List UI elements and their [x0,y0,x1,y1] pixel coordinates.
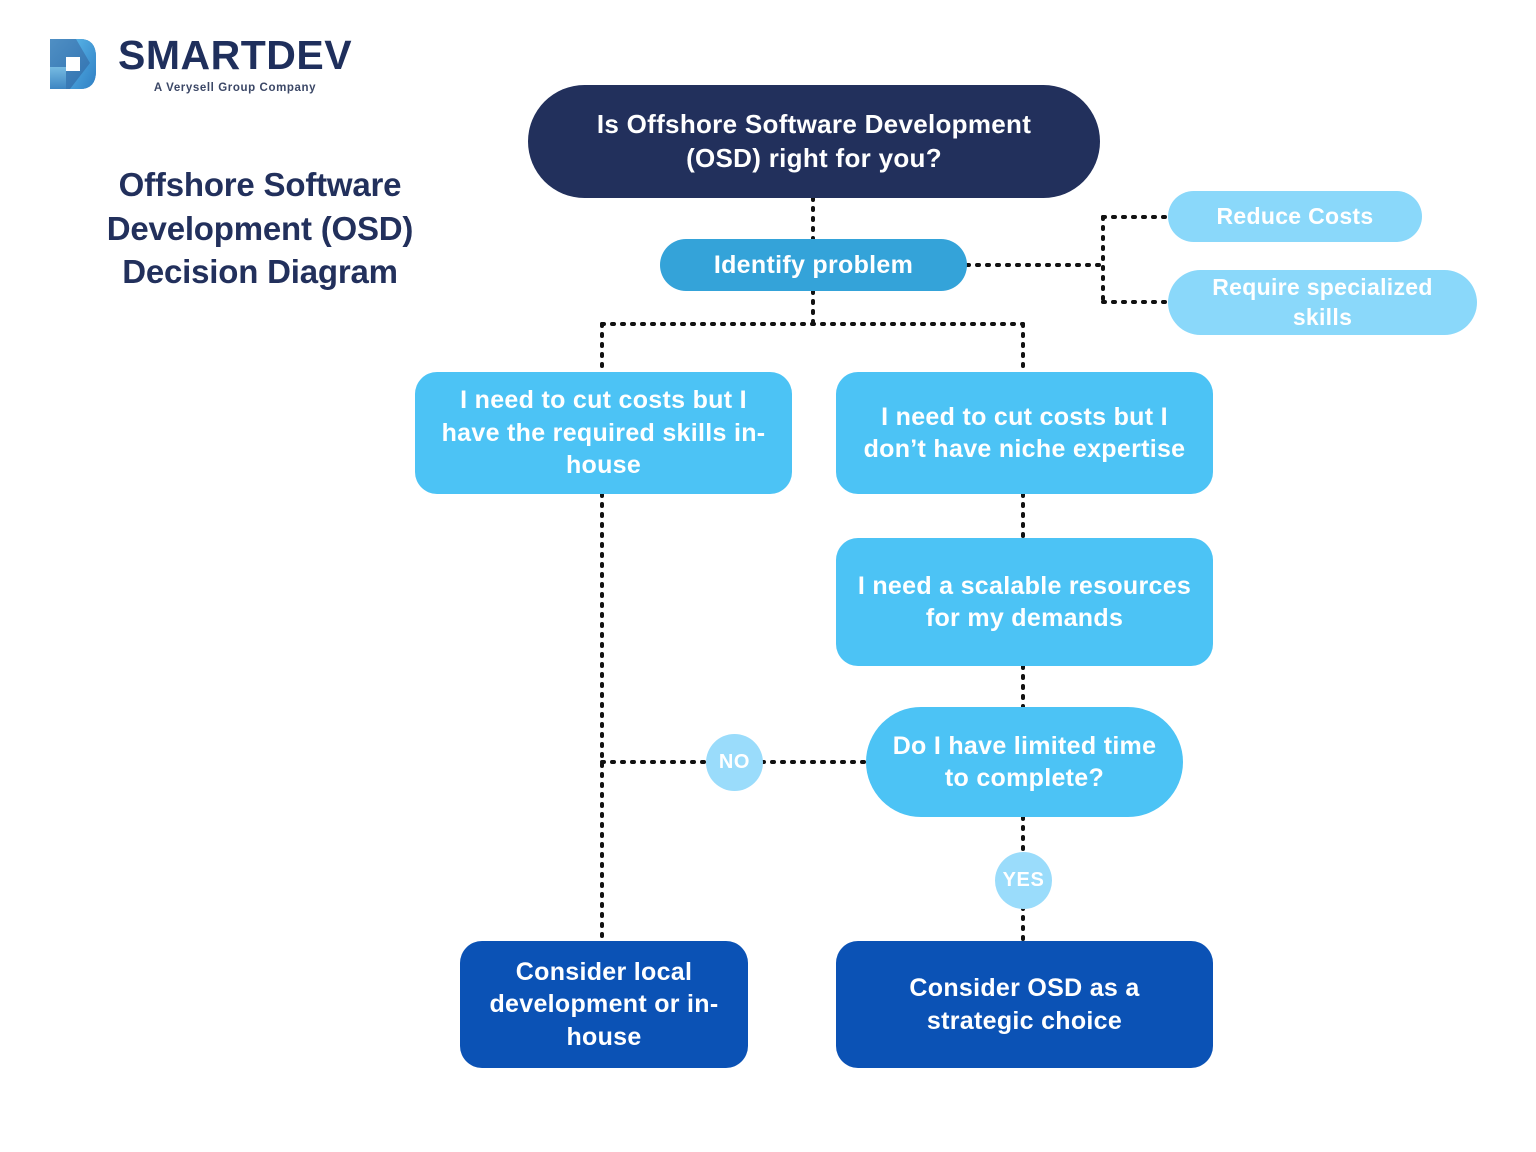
edge-label-no: NO [706,734,763,791]
node-cut-costs-have-skills[interactable]: I need to cut costs but I have the requi… [415,372,792,494]
node-outcome-local-development[interactable]: Consider local development or in-house [460,941,748,1068]
brand-tagline: A Verysell Group Company [153,82,317,95]
node-limited-time-question[interactable]: Do I have limited time to complete? [866,707,1183,817]
node-scalable-resources[interactable]: I need a scalable resources for my deman… [836,538,1213,666]
page-title: Offshore Software Development (OSD) Deci… [106,166,414,291]
node-require-specialized-skills[interactable]: Require specialized skills [1168,270,1477,335]
node-identify-problem[interactable]: Identify problem [660,239,967,291]
brand-header: SMARTDEV A Verysell Group Company [46,26,376,102]
node-reduce-costs[interactable]: Reduce Costs [1168,191,1422,242]
edge-label-yes: YES [995,852,1052,909]
node-cut-costs-no-niche-expertise[interactable]: I need to cut costs but I don’t have nic… [836,372,1213,494]
brand-name: SMARTDEV [118,32,353,79]
smartdev-d-logo-icon [50,39,96,89]
node-root-question[interactable]: Is Offshore Software Development (OSD) r… [528,85,1100,198]
node-outcome-consider-osd[interactable]: Consider OSD as a strategic choice [836,941,1213,1068]
